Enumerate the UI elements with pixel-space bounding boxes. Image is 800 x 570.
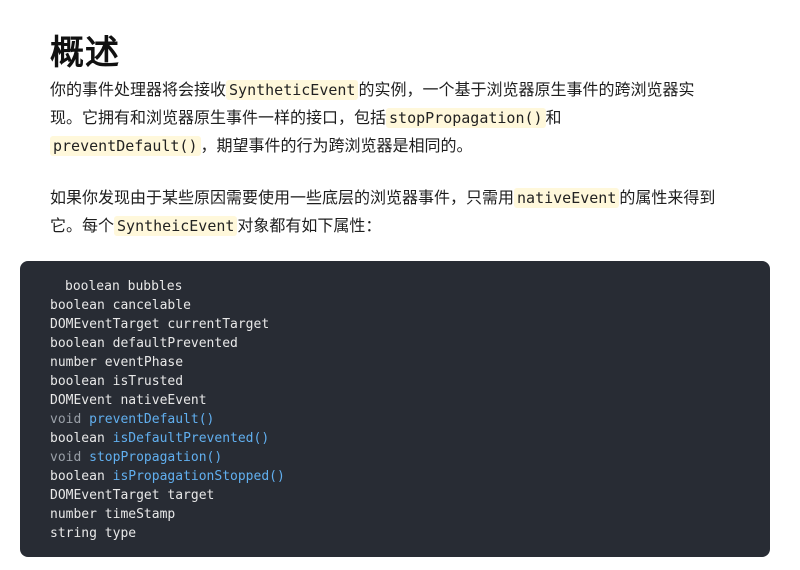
inline-code: preventDefault(): [50, 136, 201, 156]
code-type: boolean: [50, 298, 105, 313]
code-property: type: [104, 526, 137, 541]
code-line: boolean defaultPrevented: [20, 334, 770, 353]
code-method: stopPropagation(): [89, 450, 223, 465]
code-property: defaultPrevented: [112, 336, 238, 351]
code-block: boolean bubbles boolean cancelable DOMEven…: [20, 261, 770, 557]
page-title: 概述: [50, 32, 120, 73]
code-type: boolean: [65, 279, 120, 294]
code-property: eventPhase: [104, 355, 184, 370]
code-type: boolean: [50, 469, 105, 484]
code-type: boolean: [50, 336, 105, 351]
code-type: void: [50, 412, 82, 427]
intro-line-1: 你的事件处理器将会接收 SyntheticEvent 的实例，一个基于浏览器原生事件…: [50, 76, 750, 104]
text-segment: 你的事件处理器将会接收: [50, 80, 227, 99]
code-line: string type: [20, 524, 770, 543]
intro-line-3: preventDefault() ，期望事件的行为跨浏览器是相同的。: [50, 132, 750, 160]
text-segment: ，期望事件的行为跨浏览器是相同的。: [200, 136, 473, 155]
code-type: number: [50, 507, 97, 522]
code-line: boolean isPropagationStopped(): [20, 467, 770, 486]
code-line: boolean bubbles: [20, 277, 770, 296]
inline-code: nativeEvent: [514, 188, 620, 208]
code-type: boolean: [50, 374, 105, 389]
native-line-2: 它。每个 SyntheicEvent 对象都有如下属性：: [50, 212, 750, 240]
inline-code: SyntheticEvent: [226, 80, 359, 100]
code-property: bubbles: [127, 279, 183, 294]
text-segment: 的属性来得到: [619, 188, 716, 207]
code-type: string: [50, 526, 97, 541]
code-type: number: [50, 355, 97, 370]
code-type: DOMEventTarget: [50, 317, 160, 332]
intro-paragraph: 你的事件处理器将会接收 SyntheticEvent 的实例，一个基于浏览器原生事件…: [50, 76, 750, 160]
code-line: number eventPhase: [20, 353, 770, 372]
code-line: DOMEventTarget target: [20, 486, 770, 505]
intro-line-2: 现。它拥有和浏览器原生事件一样的接口，包括 stopPropagation() 和: [50, 104, 750, 132]
inline-code: SyntheicEvent: [114, 216, 238, 236]
code-line: boolean isDefaultPrevented(): [20, 429, 770, 448]
code-method: preventDefault(): [89, 412, 215, 427]
code-property: target: [167, 488, 215, 503]
native-event-paragraph: 如果你发现由于某些原因需要使用一些底层的浏览器事件，只需用 nativeEvent…: [50, 184, 750, 240]
code-property: nativeEvent: [120, 393, 207, 408]
code-type: void: [50, 450, 82, 465]
code-type: DOMEvent: [50, 393, 113, 408]
text-segment: 和: [545, 108, 562, 127]
code-line: DOMEvent nativeEvent: [20, 391, 770, 410]
code-type: DOMEventTarget: [50, 488, 160, 503]
text-segment: 它。每个: [50, 216, 115, 235]
code-property: timeStamp: [104, 507, 176, 522]
code-line: boolean cancelable: [20, 296, 770, 315]
code-method: isDefaultPrevented(): [112, 431, 270, 446]
code-line: DOMEventTarget currentTarget: [20, 315, 770, 334]
code-method: isPropagationStopped(): [112, 469, 285, 484]
inline-code: stopPropagation(): [386, 108, 546, 128]
code-property: isTrusted: [112, 374, 184, 389]
code-property: cancelable: [112, 298, 191, 313]
code-type: boolean: [50, 431, 105, 446]
code-line: number timeStamp: [20, 505, 770, 524]
code-line: void stopPropagation(): [20, 448, 770, 467]
text-segment: 如果你发现由于某些原因需要使用一些底层的浏览器事件，只需用: [50, 188, 515, 207]
code-property: currentTarget: [167, 317, 270, 332]
native-line-1: 如果你发现由于某些原因需要使用一些底层的浏览器事件，只需用 nativeEvent…: [50, 184, 750, 212]
code-line: void preventDefault(): [20, 410, 770, 429]
text-segment: 对象都有如下属性：: [237, 216, 382, 235]
text-segment: 现。它拥有和浏览器原生事件一样的接口，包括: [50, 108, 387, 127]
text-segment: 的实例，一个基于浏览器原生事件的跨浏览器实: [358, 80, 695, 99]
code-line: boolean isTrusted: [20, 372, 770, 391]
